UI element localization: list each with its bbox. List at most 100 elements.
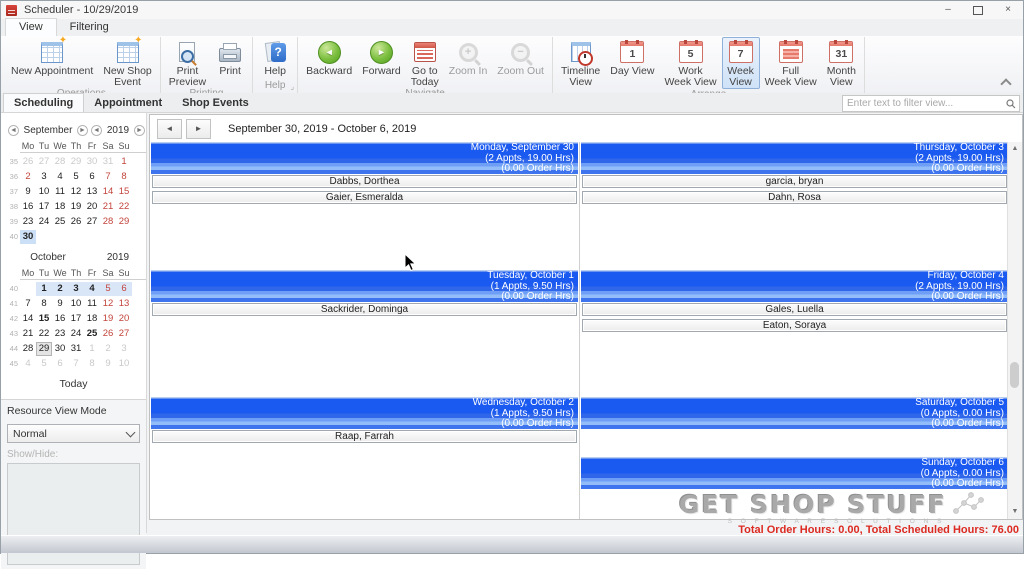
calendar-day[interactable]: 10 — [36, 185, 52, 199]
calendar-day[interactable]: 3 — [116, 342, 132, 356]
today-button[interactable]: Today — [1, 371, 146, 399]
calendar-day[interactable]: 9 — [20, 185, 36, 199]
calendar-day[interactable]: 15 — [116, 185, 132, 199]
ribbon-button-day-view[interactable]: 1Day View — [605, 37, 659, 89]
collapse-ribbon-icon[interactable] — [1000, 78, 1011, 89]
calendar-day[interactable]: 5 — [36, 357, 52, 371]
calendar-day[interactable]: 6 — [84, 170, 100, 184]
tab-appointment[interactable]: Appointment — [84, 94, 172, 112]
calendar-day[interactable]: 25 — [84, 327, 100, 341]
calendar-day[interactable]: 30 — [84, 155, 100, 169]
calendar-day[interactable]: 30 — [20, 230, 36, 244]
tab-scheduling[interactable]: Scheduling — [3, 93, 84, 112]
appointment[interactable]: Eaton, Soraya — [582, 319, 1007, 332]
day-header-thursday-october-3[interactable]: Thursday, October 3(2 Appts, 19.00 Hrs)(… — [581, 142, 1008, 174]
ribbon-button-new-shop-event[interactable]: ✦New Shop Event — [98, 37, 156, 88]
calendar-day[interactable]: 29 — [68, 155, 84, 169]
calendar-day[interactable]: 11 — [84, 297, 100, 311]
calendar-day[interactable]: 14 — [20, 312, 36, 326]
resource-view-mode-dropdown[interactable]: Normal — [7, 424, 140, 443]
calendar-day[interactable]: 1 — [116, 155, 132, 169]
calendar-day[interactable]: 22 — [116, 200, 132, 214]
calendar-day[interactable]: 24 — [36, 215, 52, 229]
calendar-day[interactable]: 12 — [100, 297, 116, 311]
calendar-day[interactable]: 10 — [116, 357, 132, 371]
appointment[interactable]: Gales, Luella — [582, 303, 1007, 316]
calendar-day[interactable]: 27 — [116, 327, 132, 341]
calendar-day[interactable]: 6 — [52, 357, 68, 371]
calendar-day[interactable]: 3 — [36, 170, 52, 184]
ribbon-tab-filtering[interactable]: Filtering — [57, 19, 122, 36]
calendar-day[interactable]: 4 — [84, 282, 100, 296]
calendar-day[interactable]: 20 — [84, 200, 100, 214]
calendar-day[interactable]: 23 — [52, 327, 68, 341]
next-week-button[interactable]: ► — [186, 119, 211, 139]
calendar-day[interactable]: 7 — [20, 297, 36, 311]
ribbon-button-month-view[interactable]: 31Month View — [822, 37, 861, 89]
calendar-day[interactable]: 2 — [100, 342, 116, 356]
next-month-button[interactable]: ► — [77, 125, 88, 136]
calendar-day[interactable]: 13 — [116, 297, 132, 311]
dialog-launcher-icon[interactable]: ⌟ — [290, 81, 294, 93]
calendar-day[interactable]: 11 — [52, 185, 68, 199]
ribbon-tab-view[interactable]: View — [5, 18, 57, 36]
ribbon-button-print-preview[interactable]: Print Preview — [164, 37, 211, 88]
calendar-day[interactable]: 27 — [84, 215, 100, 229]
calendar-day[interactable]: 12 — [68, 185, 84, 199]
appointment[interactable]: Raap, Farrah — [152, 430, 577, 443]
calendar-day[interactable]: 18 — [84, 312, 100, 326]
ribbon-button-help[interactable]: ?Help — [256, 37, 294, 80]
calendar-day[interactable]: 7 — [100, 170, 116, 184]
appointment[interactable]: garcia, bryan — [582, 175, 1007, 188]
calendar-day[interactable]: 21 — [100, 200, 116, 214]
day-header-monday-september-30[interactable]: Monday, September 30(2 Appts, 19.00 Hrs)… — [151, 142, 578, 174]
calendar-day[interactable]: 2 — [20, 170, 36, 184]
previous-year-button[interactable]: ◄ — [91, 125, 102, 136]
calendar-day[interactable]: 16 — [20, 200, 36, 214]
calendar-day[interactable]: 4 — [20, 357, 36, 371]
appointment[interactable]: Dabbs, Dorthea — [152, 175, 577, 188]
calendar-day[interactable]: 28 — [52, 155, 68, 169]
calendar-day[interactable]: 28 — [100, 215, 116, 229]
calendar-day[interactable]: 18 — [52, 200, 68, 214]
calendar-day[interactable]: 19 — [68, 200, 84, 214]
day-header-saturday-october-5[interactable]: Saturday, October 5(0 Appts, 0.00 Hrs)(0… — [581, 397, 1008, 429]
calendar-day[interactable]: 30 — [52, 342, 68, 356]
scroll-down-arrow-icon[interactable]: ▼ — [1008, 505, 1022, 519]
calendar-day[interactable]: 8 — [116, 170, 132, 184]
ribbon-button-timeline-view[interactable]: Timeline View — [556, 37, 605, 89]
calendar-day[interactable]: 10 — [68, 297, 84, 311]
calendar-day[interactable]: 26 — [20, 155, 36, 169]
ribbon-button-forward[interactable]: ►Forward — [357, 37, 406, 88]
previous-week-button[interactable]: ◄ — [157, 119, 182, 139]
appointment[interactable]: Gaier, Esmeralda — [152, 191, 577, 204]
calendar-day[interactable]: 31 — [68, 342, 84, 356]
ribbon-button-work-week-view[interactable]: 5Work Week View — [659, 37, 721, 89]
close-button[interactable]: × — [993, 1, 1023, 19]
ribbon-button-full-week-view[interactable]: Full Week View — [760, 37, 822, 89]
appointment[interactable]: Sackrider, Dominga — [152, 303, 577, 316]
appointment[interactable]: Dahn, Rosa — [582, 191, 1007, 204]
next-year-button[interactable]: ► — [134, 125, 145, 136]
calendar-day[interactable]: 3 — [68, 282, 84, 296]
calendar-day[interactable]: 2 — [52, 282, 68, 296]
calendar-day[interactable]: 28 — [20, 342, 36, 356]
calendar-day[interactable]: 31 — [100, 155, 116, 169]
calendar-day[interactable]: 26 — [68, 215, 84, 229]
calendar-day[interactable]: 27 — [36, 155, 52, 169]
day-header-friday-october-4[interactable]: Friday, October 4(2 Appts, 19.00 Hrs)(0.… — [581, 270, 1008, 302]
filter-input[interactable] — [843, 98, 1006, 109]
calendar-day[interactable]: 20 — [116, 312, 132, 326]
calendar-day[interactable]: 26 — [100, 327, 116, 341]
calendar-day[interactable]: 5 — [68, 170, 84, 184]
calendar-day[interactable]: 5 — [100, 282, 116, 296]
calendar-day[interactable]: 17 — [36, 200, 52, 214]
ribbon-button-print[interactable]: Print — [211, 37, 249, 88]
calendar-day[interactable]: 8 — [36, 297, 52, 311]
maximize-button[interactable] — [963, 1, 993, 19]
calendar-day[interactable]: 9 — [100, 357, 116, 371]
ribbon-button-new-appointment[interactable]: ✦New Appointment — [6, 37, 98, 88]
calendar-day[interactable]: 29 — [36, 342, 52, 356]
calendar-day[interactable]: 7 — [68, 357, 84, 371]
minimize-button[interactable]: – — [933, 1, 963, 19]
